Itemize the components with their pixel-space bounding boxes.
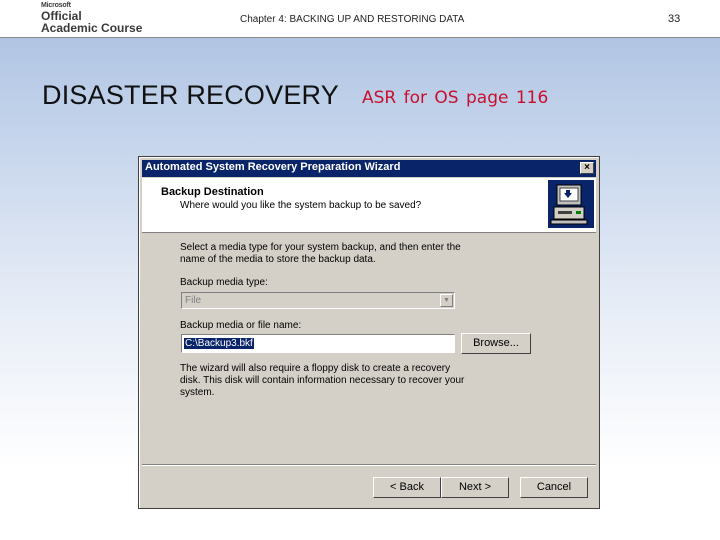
logo-course: Academic Course: [41, 21, 143, 35]
cancel-button[interactable]: Cancel: [520, 477, 588, 498]
back-button[interactable]: < Back: [373, 477, 441, 498]
section-subtitle: Where would you like the system backup t…: [180, 200, 422, 211]
file-name-label: Backup media or file name:: [180, 320, 302, 331]
microsoft-official-academic-course-logo: Microsoft Official Academic Course: [41, 2, 142, 34]
page-number: 33: [668, 13, 681, 25]
backup-computer-icon: [548, 180, 594, 228]
dialog-title: Automated System Recovery Preparation Wi…: [145, 161, 401, 173]
backup-file-name-input[interactable]: C:\Backup3.bkf: [181, 334, 455, 353]
asr-wizard-dialog: Automated System Recovery Preparation Wi…: [138, 156, 600, 509]
chapter-heading: Chapter 4: BACKING UP AND RESTORING DATA: [240, 14, 465, 25]
media-type-label: Backup media type:: [180, 277, 268, 288]
slide-header: Microsoft Official Academic Course Chapt…: [0, 0, 720, 38]
file-name-value: C:\Backup3.bkf: [184, 338, 254, 349]
next-button[interactable]: Next >: [441, 477, 509, 498]
close-icon[interactable]: ×: [580, 162, 594, 174]
media-type-value: File: [185, 295, 202, 306]
media-type-select[interactable]: File ▼: [181, 292, 455, 309]
section-title: Backup Destination: [161, 186, 264, 198]
button-separator: [142, 464, 596, 466]
floppy-note: The wizard will also require a floppy di…: [180, 363, 465, 398]
dialog-titlebar[interactable]: Automated System Recovery Preparation Wi…: [142, 160, 596, 177]
wizard-header-panel: Backup Destination Where would you like …: [142, 178, 596, 233]
media-description: Select a media type for your system back…: [180, 242, 461, 265]
slide-subtitle: ASR for OS page 116: [362, 88, 549, 108]
browse-button[interactable]: Browse...: [461, 333, 531, 354]
chevron-down-icon[interactable]: ▼: [440, 294, 453, 307]
slide-title: DISASTER RECOVERY: [42, 80, 339, 110]
